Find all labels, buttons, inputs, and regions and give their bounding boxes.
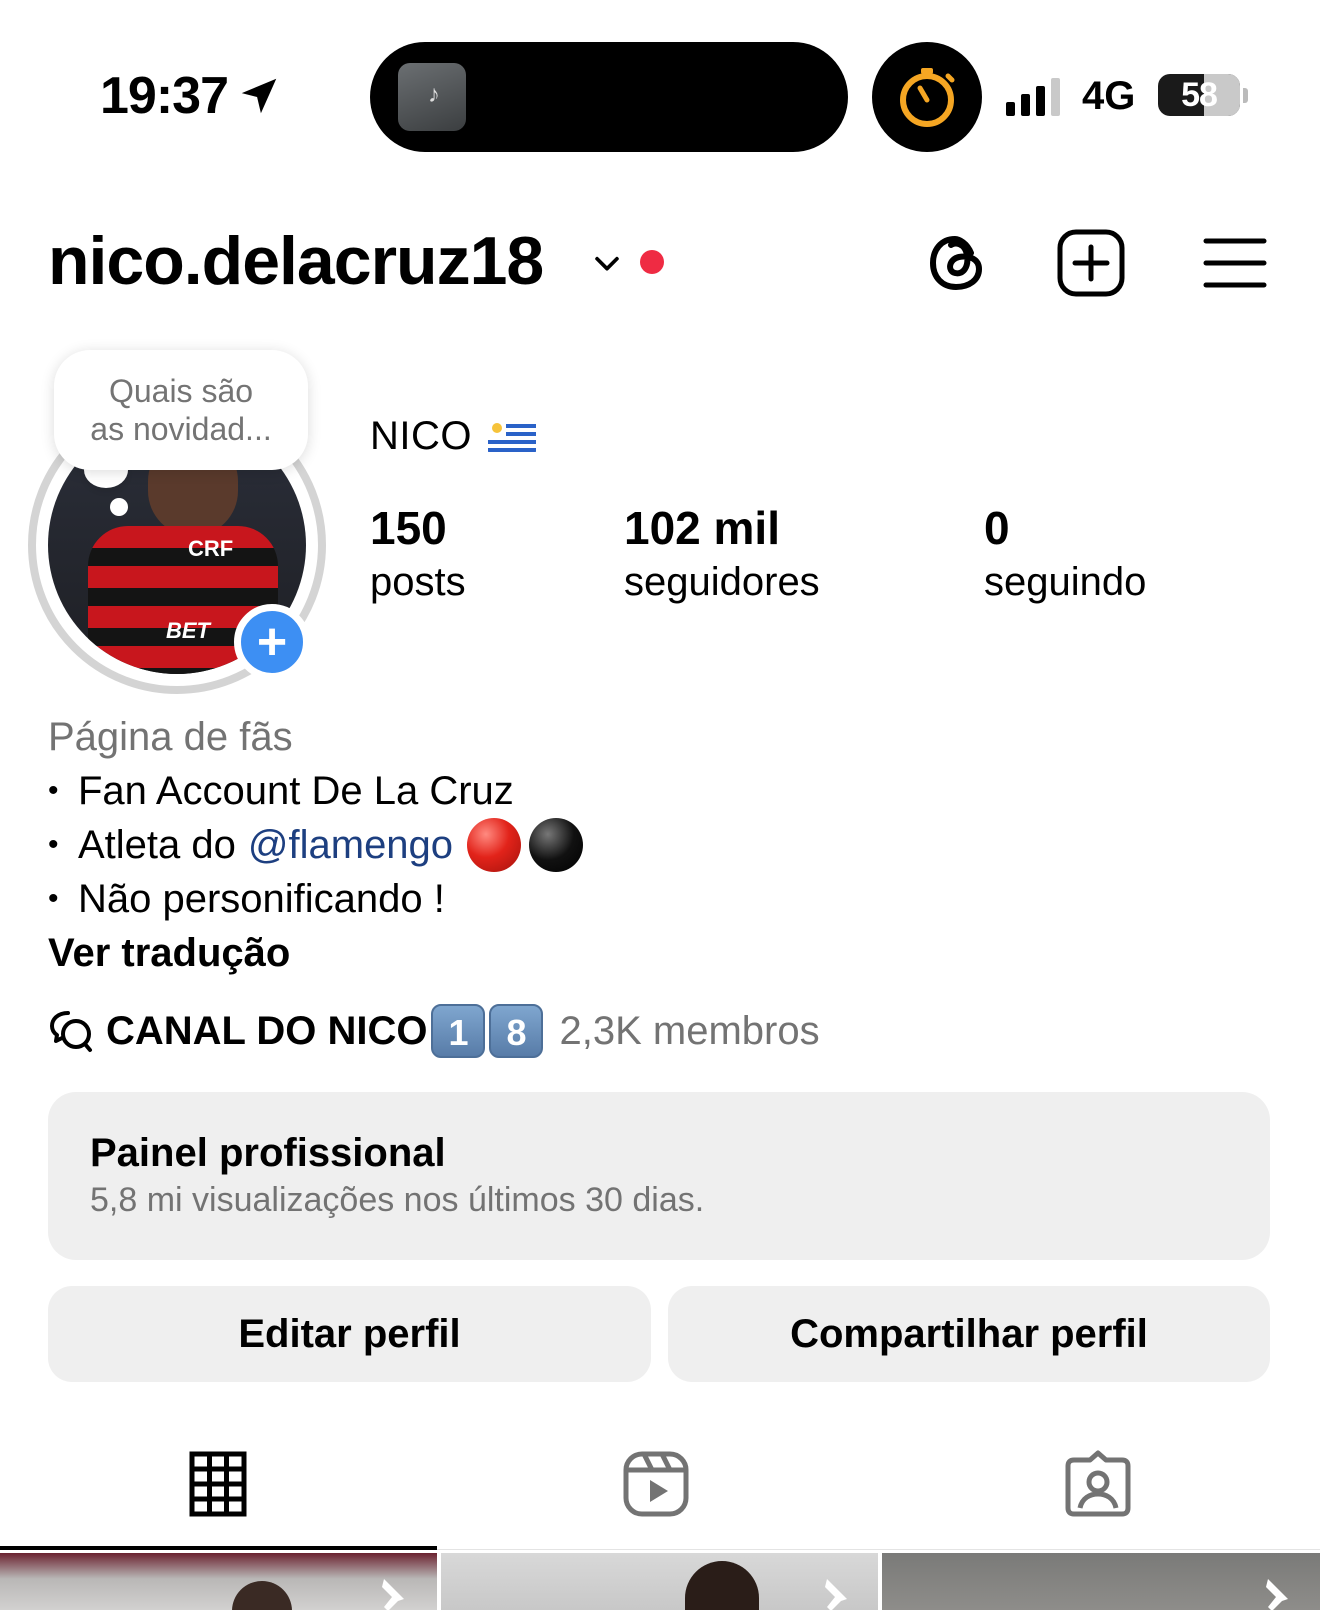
- grid-icon: [189, 1451, 247, 1517]
- thumbnail-figure: [685, 1561, 759, 1610]
- stat-followers[interactable]: 102 mil seguidores: [624, 500, 820, 608]
- display-name-text: NICO: [370, 414, 472, 458]
- clock: 19:37: [100, 67, 229, 125]
- stat-posts[interactable]: 150 posts: [370, 500, 466, 608]
- chevron-down-icon[interactable]: [590, 246, 624, 280]
- stat-followers-label: seguidores: [624, 560, 820, 604]
- create-post-icon: [1057, 229, 1125, 297]
- grid-post-thumbnail[interactable]: [0, 1553, 437, 1610]
- battery-nub: [1243, 88, 1248, 103]
- stopwatch-icon: [900, 68, 955, 127]
- edit-profile-button[interactable]: Editar perfil: [48, 1286, 651, 1382]
- pin-icon: [825, 1579, 847, 1610]
- tab-reels[interactable]: [620, 1448, 692, 1520]
- threads-icon: [929, 235, 983, 291]
- chat-bubbles-icon: [50, 1011, 92, 1052]
- tagged-icon: [1065, 1450, 1131, 1517]
- dynamic-island[interactable]: ♪: [370, 42, 848, 152]
- bio-line: • Atleta do @flamengo: [48, 818, 584, 872]
- stat-following[interactable]: 0 seguindo: [984, 500, 1146, 608]
- display-name: NICO: [370, 414, 536, 459]
- professional-dashboard-card[interactable]: Painel profissional 5,8 mi visualizações…: [48, 1092, 1270, 1260]
- bio-line-text: Não personificando !: [78, 877, 445, 921]
- battery-icon: 58: [1158, 74, 1240, 116]
- menu-button[interactable]: [1200, 228, 1270, 298]
- uruguay-flag-icon: [488, 419, 536, 454]
- note-text-line1: Quais são: [108, 373, 254, 409]
- stat-followers-value: 102 mil: [624, 502, 780, 554]
- note-text-line2: as novidad...: [90, 411, 272, 447]
- jersey-sponsor-logo: BET: [166, 618, 210, 643]
- broadcast-channel-link[interactable]: CANAL DO NICO 1 8 2,3K membros: [48, 1004, 820, 1058]
- black-circle-emoji-icon: [529, 818, 584, 872]
- notification-dot: [640, 250, 664, 274]
- grid-post-thumbnail[interactable]: [882, 1553, 1320, 1610]
- keycap-one-emoji-icon: 1: [431, 1004, 486, 1058]
- dashboard-title: Painel profissional: [90, 1131, 446, 1175]
- threads-button[interactable]: [922, 228, 992, 298]
- note-bubble[interactable]: Quais são as novidad...: [54, 350, 308, 470]
- dashboard-subtitle: 5,8 mi visualizações nos últimos 30 dias…: [90, 1181, 705, 1219]
- account-switcher-username[interactable]: nico.delacruz18: [48, 222, 544, 300]
- pin-icon: [382, 1579, 404, 1610]
- red-circle-emoji-icon: [467, 818, 522, 872]
- bio-line: • Fan Account De La Cruz: [48, 764, 583, 818]
- now-playing-thumbnail: ♪: [398, 63, 466, 131]
- battery-percent: 58: [1181, 75, 1218, 114]
- profile-category: Página de fãs: [48, 715, 293, 759]
- note-bubble-tail: [110, 498, 128, 516]
- bio: Página de fãs • Fan Account De La Cruz •…: [48, 710, 584, 980]
- create-post-button[interactable]: [1056, 228, 1126, 298]
- active-tab-indicator: [0, 1546, 437, 1550]
- location-arrow-icon: [241, 78, 277, 114]
- plus-icon: +: [256, 613, 288, 671]
- timer-live-activity[interactable]: [872, 42, 982, 152]
- jersey-crest-icon: CRF: [188, 536, 234, 561]
- stat-following-value: 0: [984, 502, 1010, 554]
- see-translation-link[interactable]: Ver tradução: [48, 926, 583, 980]
- channel-members: 2,3K membros: [559, 1008, 820, 1053]
- bio-line: • Não personificando !: [48, 872, 583, 926]
- keycap-eight-emoji-icon: 8: [489, 1004, 544, 1058]
- bio-line-text: Fan Account De La Cruz: [78, 769, 514, 813]
- thumbnail-figure: [232, 1581, 292, 1610]
- menu-icon: [1203, 238, 1267, 288]
- stat-posts-value: 150: [370, 502, 447, 554]
- stat-posts-label: posts: [370, 560, 466, 604]
- network-type: 4G: [1082, 74, 1136, 118]
- bio-line-text: Atleta do: [78, 823, 236, 867]
- music-note-icon: ♪: [428, 81, 440, 108]
- pin-icon: [1266, 1579, 1288, 1610]
- channel-name: CANAL DO NICO: [106, 1008, 428, 1053]
- add-story-button[interactable]: +: [234, 604, 310, 680]
- status-time: 19:37: [100, 66, 282, 126]
- tab-posts-grid[interactable]: [182, 1448, 254, 1520]
- cellular-signal-icon: [1006, 78, 1060, 116]
- reels-icon: [623, 1451, 689, 1517]
- stat-following-label: seguindo: [984, 560, 1147, 604]
- grid-post-thumbnail[interactable]: [441, 1553, 878, 1610]
- share-profile-button[interactable]: Compartilhar perfil: [668, 1286, 1270, 1382]
- mention-link[interactable]: @flamengo: [248, 818, 453, 872]
- tab-tagged[interactable]: [1062, 1448, 1134, 1520]
